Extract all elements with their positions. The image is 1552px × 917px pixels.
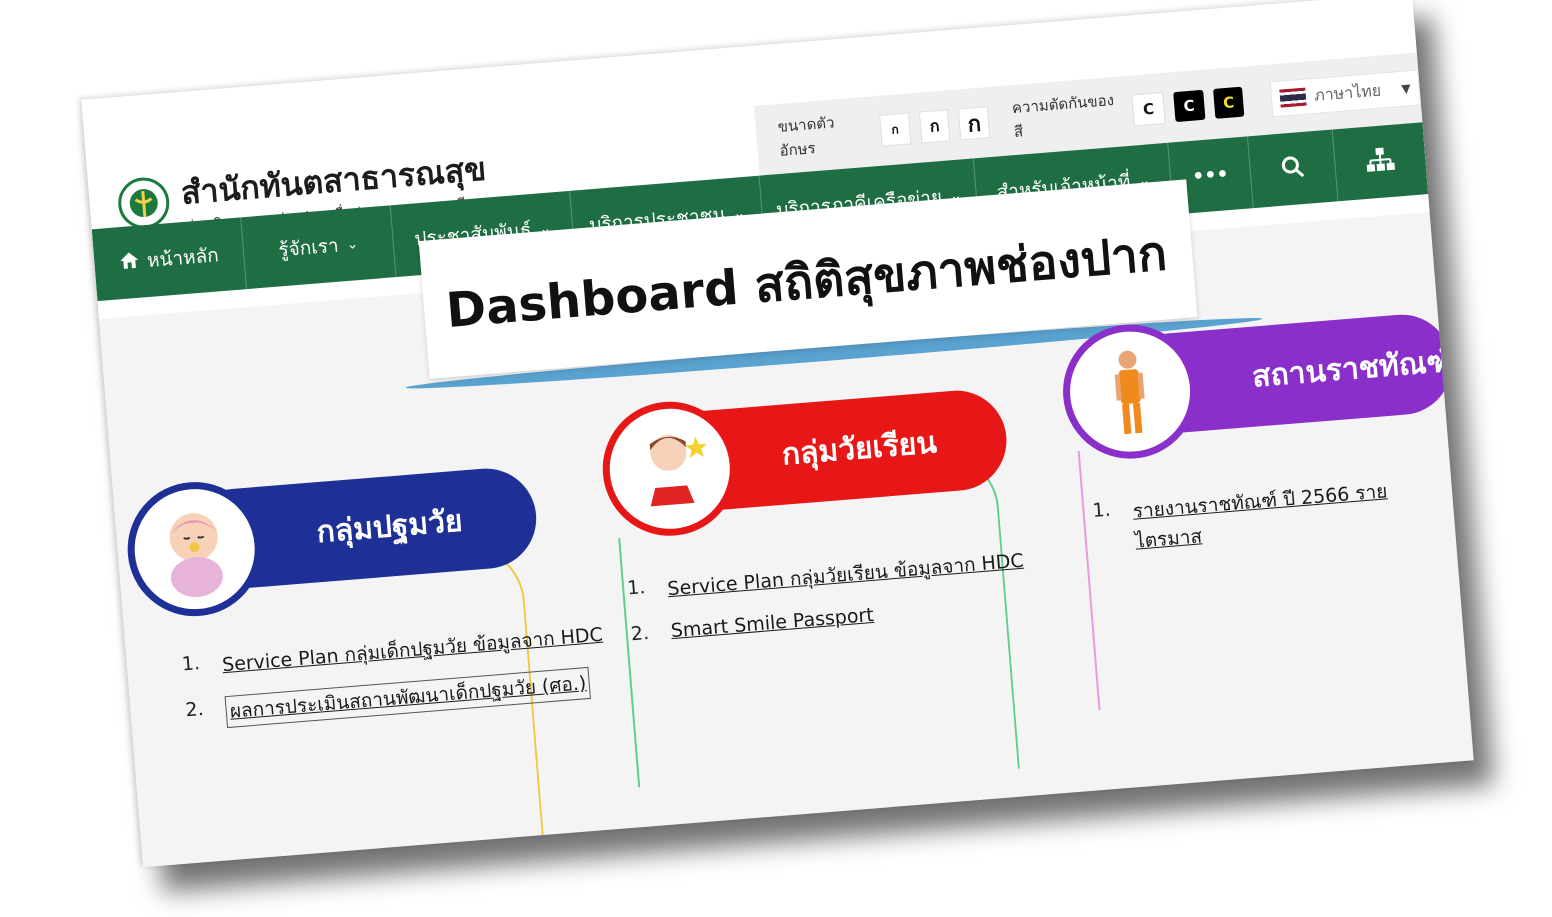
home-icon [118,250,140,275]
screenshot-card: ขนาดตัวอักษร ก ก ก ความตัดกันของสี C C C… [81,0,1474,868]
list-number: 2. [630,621,650,646]
link-smart-smile-passport[interactable]: Smart Smile Passport [670,604,874,642]
section-3-title: สถานราชทัณฑ์ [1250,343,1453,395]
section-3-left-line [1077,450,1101,711]
nav-home[interactable]: หน้าหลัก [91,217,247,302]
contrast-dark-button[interactable]: C [1173,89,1206,123]
font-size-medium-button[interactable]: ก [918,109,951,144]
language-select[interactable]: ภาษาไทย ▼ [1269,69,1422,118]
section-1-links: 1. Service Plan กลุ่มเด็กปฐมวัย ข้อมูลจา… [181,620,609,748]
font-size-small-button[interactable]: ก [878,112,912,147]
nav-about-label: รู้จักเรา [277,234,340,262]
sitemap-button[interactable] [1333,122,1428,201]
list-number: 1. [626,576,647,600]
chevron-down-icon: ⌄ [345,236,359,253]
link-child-development-assessment[interactable]: ผลการประเมินสถานพัฒนาเด็กปฐมวัย (ศอ.) [224,666,592,729]
section-1-title: กลุ่มปฐมวัย [315,503,464,550]
list-number: 1. [1091,498,1112,522]
contrast-normal-button[interactable]: C [1131,91,1166,127]
nav-about[interactable]: รู้จักเรา ⌄ [241,205,397,290]
language-label: ภาษาไทย [1313,80,1382,105]
dropdown-caret-icon: ▼ [1400,81,1412,96]
link-prison-report-2566[interactable]: รายงานราชทัณฑ์ ปี 2566 รายไตรมาส [1132,471,1456,556]
thai-flag-icon [1279,87,1308,108]
list-number: 1. [181,652,201,676]
search-button[interactable] [1247,129,1339,209]
sitemap-icon [1365,146,1396,177]
list-item: 1. รายงานราชทัณฑ์ ปี 2566 รายไตรมาส [1092,471,1456,560]
font-size-large-button[interactable]: ก [958,106,991,141]
list-number: 2. [184,697,205,722]
font-size-label: ขนาดตัวอักษร [776,113,836,160]
section-2-title: กลุ่มวัยเรียน [780,424,939,473]
nav-home-label: หน้าหลัก [146,244,220,272]
contrast-label: ความตัดกันของสี [1011,90,1115,142]
section-2-left-line [618,537,641,788]
search-icon [1280,153,1306,184]
contrast-yellow-button[interactable]: C [1212,86,1245,119]
